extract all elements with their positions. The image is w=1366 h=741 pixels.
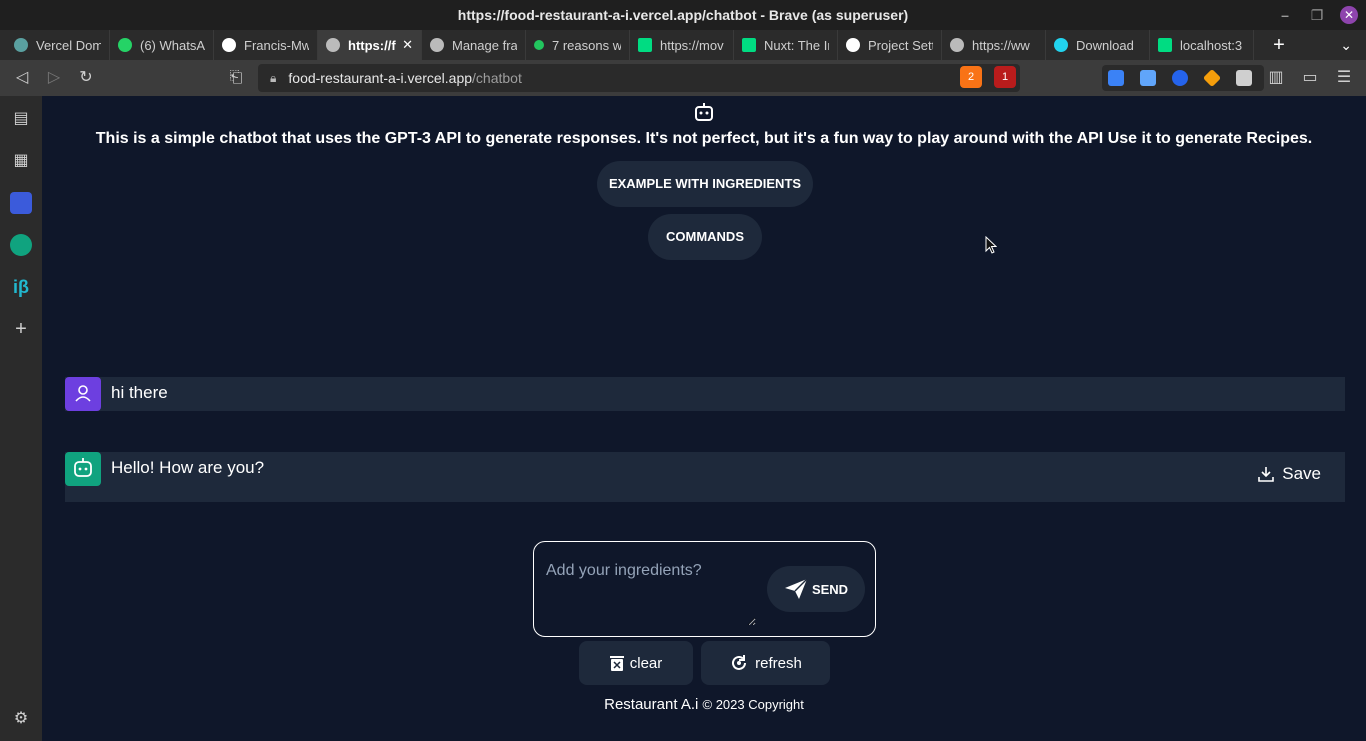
- send-button[interactable]: SEND: [767, 566, 865, 612]
- browser-sidebar: ▤ ▦ iβ + ⚙: [0, 96, 42, 741]
- dot-icon: [534, 40, 544, 50]
- commands-button[interactable]: COMMANDS: [648, 214, 762, 260]
- github-icon: [222, 38, 236, 52]
- tab-https-ww[interactable]: https://ww: [942, 30, 1046, 60]
- chatbot-page: This is a simple chatbot that uses the G…: [42, 96, 1366, 741]
- tab-whatsapp[interactable]: (6) WhatsAp: [110, 30, 214, 60]
- close-tab-icon[interactable]: ✕: [402, 37, 413, 53]
- send-label: SEND: [811, 581, 849, 597]
- tab-localhost[interactable]: localhost:3: [1150, 30, 1254, 60]
- save-button[interactable]: Save: [1258, 464, 1321, 484]
- menu-icon[interactable]: ☰: [1334, 68, 1354, 88]
- book-icon[interactable]: ▦: [10, 150, 32, 172]
- nuxt-icon: [742, 38, 756, 52]
- reload-icon[interactable]: ↻: [76, 68, 96, 88]
- clear-label: clear: [629, 654, 663, 672]
- paper-plane-icon: [784, 578, 808, 599]
- window-titlebar: https://food-restaurant-a-i.vercel.app/c…: [0, 0, 1366, 30]
- chevron-down-icon[interactable]: ⌄: [1340, 37, 1352, 54]
- chat-message-user: hi there: [65, 377, 1345, 411]
- tab-download[interactable]: Download: [1046, 30, 1150, 60]
- tab-manage-frameworks[interactable]: Manage fra: [422, 30, 526, 60]
- whatsapp-icon: [118, 38, 132, 52]
- brave-rewards-icon[interactable]: 1: [994, 66, 1016, 88]
- extension-docs-icon[interactable]: [1140, 70, 1156, 86]
- intro-text: This is a simple chatbot that uses the G…: [95, 130, 1313, 147]
- brave-shields-icon[interactable]: 2: [960, 66, 982, 88]
- vercel-triangle-icon: [846, 38, 860, 52]
- app-shortcut-icon[interactable]: [10, 192, 32, 214]
- reading-list-icon[interactable]: ▤: [10, 108, 32, 130]
- lock-icon: 🔒︎: [270, 70, 277, 85]
- refresh-icon: [732, 655, 747, 670]
- footer-copyright: © 2023 Copyright: [702, 697, 804, 712]
- footer: Restaurant A.i © 2023 Copyright: [42, 696, 1366, 713]
- sidebar-toggle-icon[interactable]: ▥: [1266, 68, 1286, 88]
- tab-chatbot-active[interactable]: https://f ✕: [318, 30, 422, 60]
- save-label: Save: [1282, 464, 1321, 483]
- extension-p-icon[interactable]: [1108, 70, 1124, 86]
- refresh-label: refresh: [755, 654, 802, 672]
- mouse-cursor-icon: [985, 236, 997, 254]
- bookmark-icon[interactable]: ⎗: [226, 68, 246, 88]
- tab-https-mov[interactable]: https://mov: [630, 30, 734, 60]
- minimize-icon[interactable]: –: [1276, 6, 1294, 24]
- tab-strip: Vercel Dom (6) WhatsAp Francis-Mw https:…: [0, 30, 1366, 60]
- globe-icon: [950, 38, 964, 52]
- nuxt-icon: [638, 38, 652, 52]
- nuxt-icon: [1158, 38, 1172, 52]
- url-host: food-restaurant-a-i.vercel.app: [288, 70, 473, 86]
- forward-icon[interactable]: ▷: [44, 68, 64, 88]
- back-icon[interactable]: ◁: [12, 68, 32, 88]
- maximize-icon[interactable]: ❐: [1308, 6, 1326, 24]
- close-window-icon[interactable]: ✕: [1340, 6, 1358, 24]
- chat-message-bot: Hello! How are you? Save: [65, 452, 1345, 502]
- bot-avatar: [65, 452, 101, 486]
- clear-button[interactable]: clear: [579, 641, 693, 685]
- user-icon: [75, 385, 91, 402]
- robot-icon: [695, 103, 713, 121]
- ib-icon[interactable]: iβ: [10, 276, 32, 298]
- robot-avatar-icon: [74, 458, 92, 477]
- vercel-icon: [14, 38, 28, 52]
- chatgpt-icon[interactable]: [10, 234, 32, 256]
- wallet-icon[interactable]: ▭: [1300, 68, 1320, 88]
- add-panel-icon[interactable]: +: [10, 318, 32, 340]
- ingredients-input[interactable]: [546, 562, 756, 626]
- window-title: https://food-restaurant-a-i.vercel.app/c…: [457, 7, 909, 23]
- download-icon: [1258, 467, 1275, 482]
- tab-nuxt[interactable]: Nuxt: The In: [734, 30, 838, 60]
- user-avatar: [65, 377, 101, 411]
- tab-project-settings[interactable]: Project Sett: [838, 30, 942, 60]
- tab-vercel-domains[interactable]: Vercel Dom: [6, 30, 110, 60]
- globe-icon: [430, 38, 444, 52]
- tab-github[interactable]: Francis-Mw: [214, 30, 318, 60]
- refresh-button[interactable]: refresh: [701, 641, 830, 685]
- globe-icon: [326, 38, 340, 52]
- footer-brand: Restaurant A.i: [604, 696, 699, 713]
- window-controls: – ❐ ✕: [1276, 6, 1358, 24]
- extension-edge-icon[interactable]: [1172, 70, 1188, 86]
- example-with-ingredients-button[interactable]: EXAMPLE WITH INGREDIENTS: [597, 161, 813, 207]
- extensions-puzzle-icon[interactable]: [1236, 70, 1252, 86]
- message-composer: SEND: [533, 541, 876, 637]
- address-bar[interactable]: 🔒︎ food-restaurant-a-i.vercel.app/chatbo…: [258, 64, 1020, 92]
- tab-7-reasons[interactable]: 7 reasons w: [526, 30, 630, 60]
- bot-message-text: Hello! How are you?: [111, 458, 265, 477]
- trash-icon: [609, 655, 624, 671]
- new-tab-button[interactable]: +: [1264, 34, 1294, 57]
- download-site-icon: [1054, 38, 1068, 52]
- url-path: /chatbot: [472, 70, 522, 86]
- user-message-text: hi there: [111, 383, 168, 402]
- settings-gear-icon[interactable]: ⚙: [10, 708, 32, 730]
